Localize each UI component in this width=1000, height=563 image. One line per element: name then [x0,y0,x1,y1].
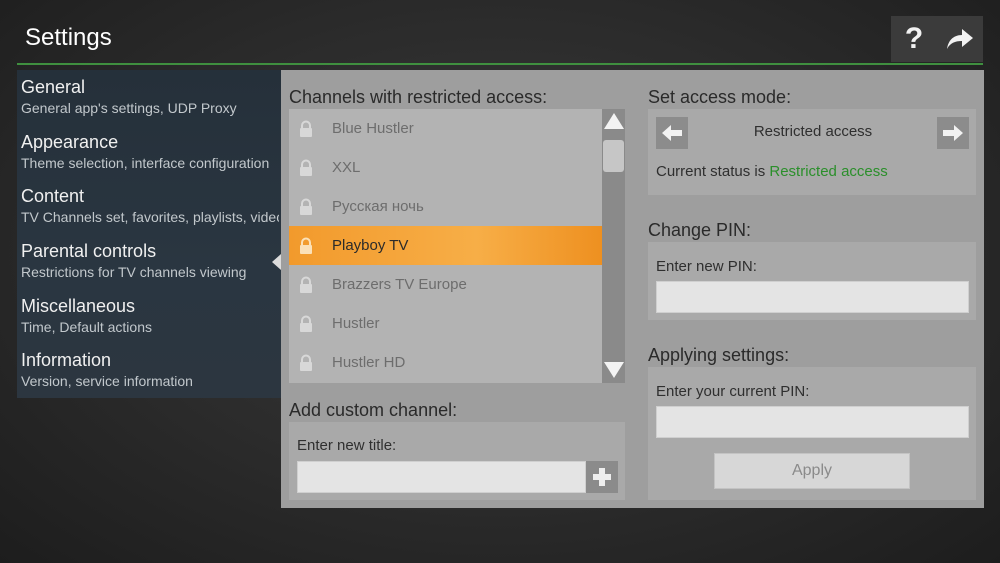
access-mode-heading: Set access mode: [648,87,792,107]
sidebar-item-information[interactable]: Information Version, service information [21,349,279,390]
restricted-channel-list: Blue Hustler XXL Русская ночь Playboy TV… [289,109,602,383]
channel-name: Русская ночь [332,198,424,215]
lock-icon [300,276,312,293]
current-pin-input[interactable] [656,406,969,438]
next-mode-button[interactable] [937,117,969,149]
sidebar-item-appearance[interactable]: Appearance Theme selection, interface co… [21,131,279,172]
sidebar-item-subtitle: Time, Default actions [21,319,152,335]
previous-mode-button[interactable] [656,117,688,149]
header-divider [17,63,983,65]
channel-item[interactable]: XXL [289,148,602,187]
question-mark-icon: ? [904,22,924,55]
channel-list-scrollbar[interactable] [602,109,625,383]
channel-name: Playboy TV [332,237,409,254]
channel-name: Blue Hustler [332,120,414,137]
selected-section-pointer [272,254,281,270]
access-status: Current status is Restricted access [656,163,888,180]
channel-item[interactable]: Русская ночь [289,187,602,226]
arrow-left-icon [662,125,682,141]
share-forward-icon [947,29,973,49]
change-pin-heading: Change PIN: [648,220,752,240]
current-pin-label: Enter your current PIN: [656,383,810,400]
channel-name: Hustler [332,315,380,332]
sidebar-item-parental-controls[interactable]: Parental controls Restrictions for TV ch… [21,240,279,281]
sidebar-item-content[interactable]: Content TV Channels set, favorites, play… [21,185,279,226]
add-channel-button[interactable] [586,461,618,493]
sidebar-item-title: Parental controls [21,241,157,261]
access-mode-box [648,109,976,195]
header: Settings ? [0,0,1000,66]
sidebar-item-general[interactable]: General General app's settings, UDP Prox… [21,76,279,117]
status-prefix: Current status is [656,163,770,180]
lock-icon [300,237,312,254]
lock-icon [300,315,312,332]
arrow-right-icon [943,125,963,141]
sidebar: General General app's settings, UDP Prox… [17,70,281,398]
channel-item[interactable]: Blue Hustler [289,109,602,148]
lock-icon [300,354,312,371]
applying-settings-heading: Applying settings: [648,345,790,365]
sidebar-item-subtitle: Theme selection, interface configuration [21,155,270,171]
sidebar-item-title: Content [21,186,85,206]
restricted-channels-heading: Channels with restricted access: [289,87,548,107]
new-pin-label: Enter new PIN: [656,258,757,275]
lock-icon [300,198,312,215]
sidebar-item-title: Appearance [21,132,119,152]
lock-icon [300,120,312,137]
scroll-thumb[interactable] [603,140,624,172]
channel-name: Brazzers TV Europe [332,276,467,293]
new-title-input[interactable] [297,461,586,493]
sidebar-item-title: General [21,77,86,97]
scroll-up-arrow-icon[interactable] [604,113,624,129]
sidebar-item-title: Information [21,350,112,370]
channel-item[interactable]: Brazzers TV Europe [289,265,602,304]
add-custom-channel-heading: Add custom channel: [289,400,458,420]
apply-button[interactable]: Apply [714,453,910,489]
sidebar-item-subtitle: General app's settings, UDP Proxy [21,100,237,116]
status-value: Restricted access [769,163,888,180]
access-mode-value: Restricted access [753,123,873,140]
channel-item[interactable]: Hustler [289,304,602,343]
sidebar-item-subtitle: TV Channels set, favorites, playlists, v… [21,209,279,225]
channel-item-selected[interactable]: Playboy TV [289,226,602,265]
forward-button[interactable] [937,16,983,62]
help-button[interactable]: ? [891,16,937,62]
channel-name: Hustler HD [332,354,406,371]
new-pin-input[interactable] [656,281,969,313]
channel-name: XXL [332,159,361,176]
sidebar-item-subtitle: Version, service information [21,373,193,389]
new-title-label: Enter new title: [297,437,397,454]
scroll-down-arrow-icon[interactable] [604,362,624,378]
sidebar-item-title: Miscellaneous [21,296,136,316]
page-title: Settings [25,24,112,51]
sidebar-item-miscellaneous[interactable]: Miscellaneous Time, Default actions [21,295,279,336]
plus-icon [593,468,611,486]
channel-item[interactable]: Hustler HD [289,343,602,382]
sidebar-item-subtitle: Restrictions for TV channels viewing [21,264,247,280]
lock-icon [300,159,312,176]
